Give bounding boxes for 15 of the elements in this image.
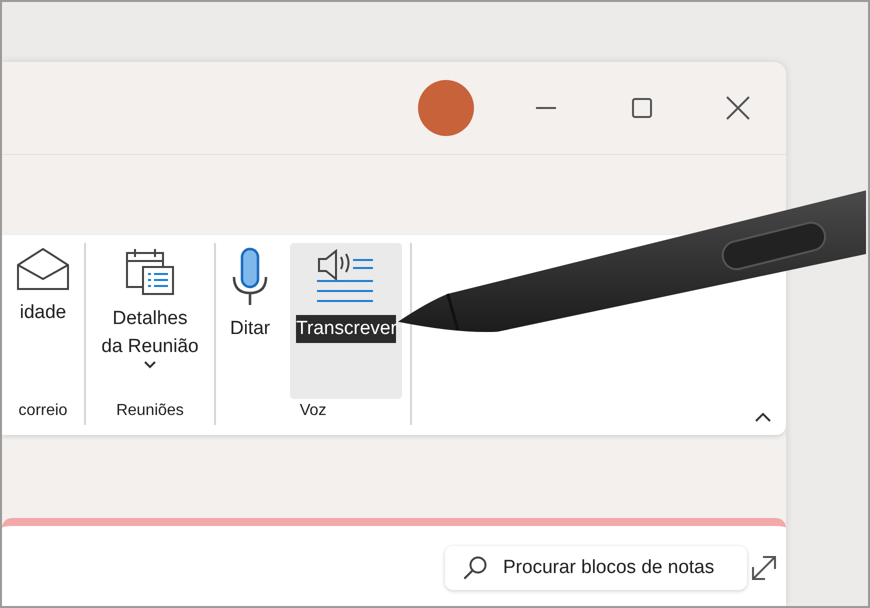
ribbon-button[interactable]: Detalhes da Reunião: [94, 243, 206, 399]
group-label: correio: [18, 401, 68, 421]
close-icon: [726, 96, 750, 120]
calendar-icon: [125, 247, 175, 297]
group-label: Reuniões: [116, 401, 184, 421]
search-icon: [463, 555, 489, 581]
caret-up-icon: [754, 410, 772, 423]
ribbon-button[interactable]: Ditar: [224, 243, 276, 399]
expand-icon[interactable]: [750, 554, 778, 582]
ribbon-button[interactable]: idade: [10, 243, 76, 399]
maximize-icon: [631, 97, 653, 119]
group-label: Voz: [300, 401, 326, 421]
search-field[interactable]: Procurar blocos de notas: [503, 554, 748, 582]
minimize-icon: [535, 107, 557, 109]
envelope-icon: [16, 247, 70, 291]
